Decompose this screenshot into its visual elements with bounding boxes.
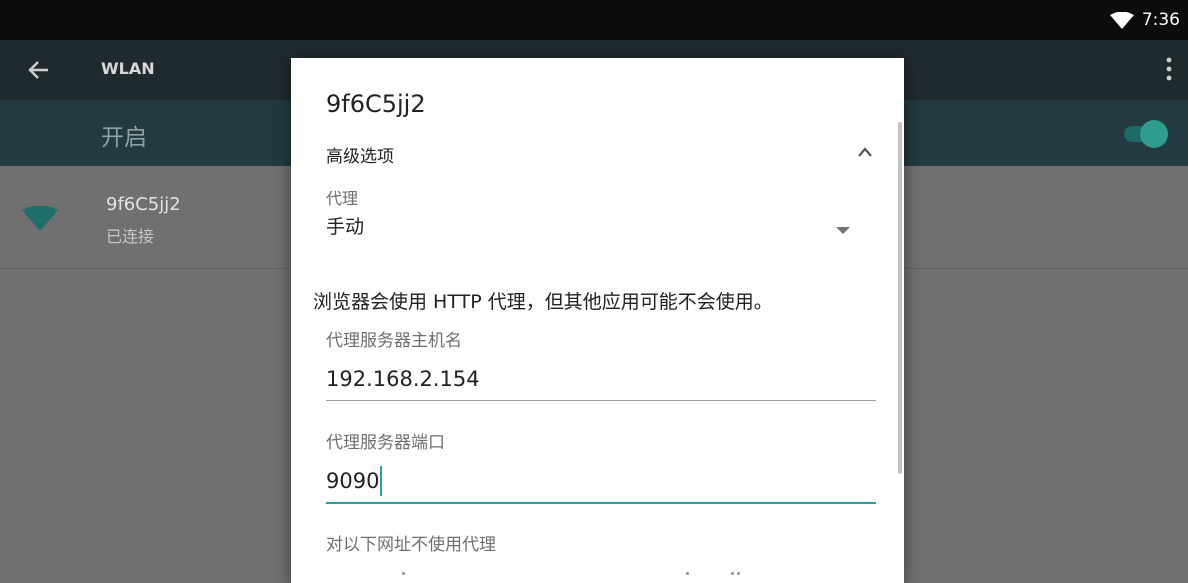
proxy-host-label: 代理服务器主机名 bbox=[326, 331, 462, 351]
proxy-select-value: 手动 bbox=[326, 216, 365, 238]
proxy-port-input[interactable] bbox=[326, 460, 876, 504]
dropdown-triangle-icon bbox=[836, 220, 850, 239]
text-caret bbox=[380, 466, 382, 496]
dialog-scrollbar[interactable] bbox=[898, 122, 902, 474]
proxy-bypass-label: 对以下网址不使用代理 bbox=[326, 535, 496, 555]
dialog-title: 9f6C5jj2 bbox=[326, 90, 426, 118]
proxy-bypass-input[interactable] bbox=[326, 566, 876, 583]
wifi-signal-icon bbox=[1110, 11, 1134, 34]
network-status: 已连接 bbox=[106, 227, 155, 246]
status-time: 7:36 bbox=[1141, 10, 1180, 30]
wifi-icon bbox=[22, 205, 58, 236]
arrow-left-icon[interactable] bbox=[26, 57, 52, 87]
proxy-host-input[interactable] bbox=[326, 358, 876, 401]
more-vert-icon[interactable] bbox=[1166, 56, 1172, 86]
advanced-options-toggle[interactable]: 高级选项 bbox=[326, 142, 394, 167]
proxy-note: 浏览器会使用 HTTP 代理，但其他应用可能不会使用。 bbox=[313, 291, 773, 313]
toggle-thumb bbox=[1140, 120, 1168, 148]
network-name: 9f6C5jj2 bbox=[106, 194, 181, 215]
wlan-toggle[interactable] bbox=[1120, 120, 1168, 148]
proxy-label: 代理 bbox=[326, 189, 359, 208]
status-bar: 7:36 bbox=[0, 0, 1188, 40]
proxy-dialog: 9f6C5jj2 高级选项 代理 手动 浏览器会使用 HTTP 代理，但其他应用… bbox=[291, 58, 904, 583]
chevron-up-icon[interactable] bbox=[857, 143, 873, 162]
proxy-select[interactable]: 手动 bbox=[326, 208, 866, 242]
app-title: WLAN bbox=[101, 59, 155, 78]
proxy-port-label: 代理服务器端口 bbox=[326, 433, 445, 453]
wlan-switch-label: 开启 bbox=[101, 125, 147, 151]
